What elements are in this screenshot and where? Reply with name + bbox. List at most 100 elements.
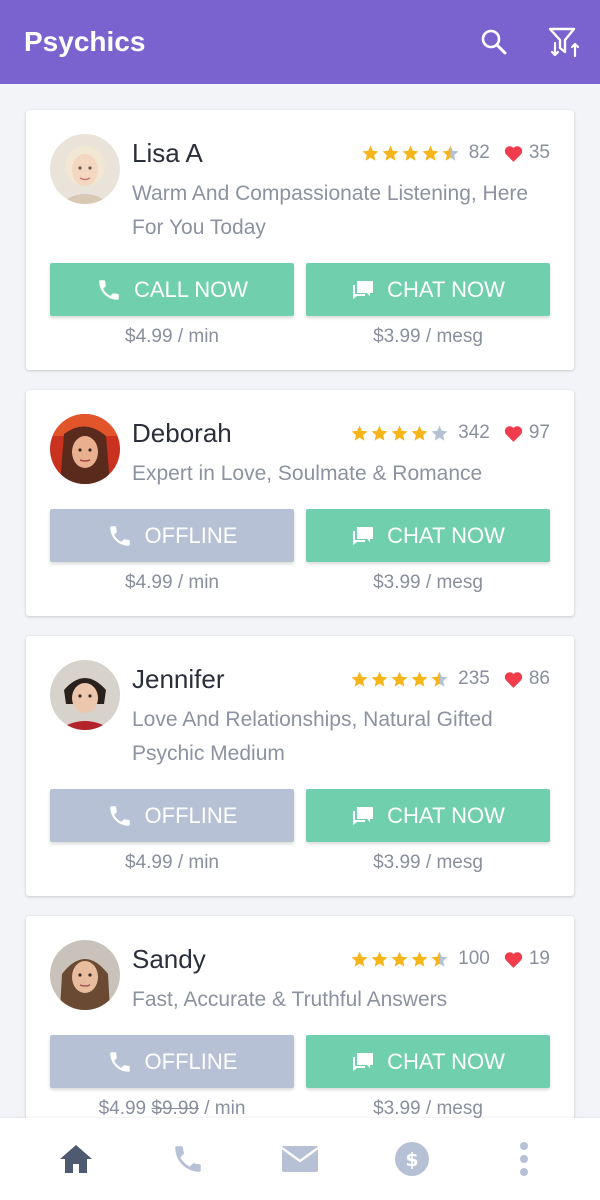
call-price-current: $4.99 (98, 1098, 147, 1118)
chat-price: $3.99 / mesg (373, 572, 483, 593)
review-count: 235 (458, 668, 490, 689)
nav-billing[interactable]: $ (382, 1129, 442, 1189)
psychic-name[interactable]: Deborah (132, 418, 232, 449)
call-price-unit: / min (204, 1098, 246, 1118)
rating-meta: 342 97 (350, 422, 550, 444)
star-icon (431, 671, 448, 687)
star-icon (391, 671, 408, 687)
app-bar-actions (476, 0, 600, 84)
like-count: 19 (528, 948, 550, 969)
star-icon (371, 951, 388, 967)
chat-icon (353, 280, 374, 299)
chat-button-label: CHAT NOW (387, 522, 505, 548)
psychic-card[interactable]: Deborah 342 97 Expert in Love, Soulmate … (26, 390, 574, 616)
chat-icon (353, 526, 374, 545)
call-button-label: OFFLINE (144, 802, 238, 828)
star-icon (371, 671, 388, 687)
rating-meta: 82 35 (361, 142, 550, 164)
star-icon (351, 425, 368, 441)
rating-meta: 100 19 (350, 948, 550, 970)
nav-more[interactable] (494, 1129, 554, 1189)
mail-icon (281, 1146, 319, 1172)
star-icon (351, 671, 368, 687)
call-price: $4.99 $9.99 / min (99, 1098, 246, 1118)
heart-icon (504, 671, 523, 688)
review-count: 342 (458, 422, 490, 443)
chat-button-label: CHAT NOW (387, 802, 505, 828)
offline-call-button[interactable]: OFFLINE (50, 789, 294, 842)
rating-meta: 235 86 (350, 668, 550, 690)
call-price-original: $9.99 (151, 1098, 199, 1118)
star-icon (351, 951, 368, 967)
phone-icon (175, 1146, 201, 1172)
avatar[interactable] (50, 660, 120, 730)
nav-home[interactable] (46, 1129, 106, 1189)
star-rating (361, 144, 461, 163)
action-row: CALL NOW $4.99 / min CHAT NOW $3.99 / me… (50, 263, 550, 348)
call-price: $4.99 / min (125, 326, 219, 347)
psychic-description: Love And Relationships, Natural Gifted P… (132, 708, 493, 765)
review-count: 100 (458, 948, 490, 969)
psychic-card[interactable]: Sandy 100 19 Fast, Accurate & Truthful A… (26, 916, 574, 1118)
call-button-label: OFFLINE (144, 1048, 238, 1074)
heart-icon (504, 145, 523, 162)
star-icon (391, 951, 408, 967)
psychic-card[interactable]: Lisa A 82 35 Warm And Compassionate List… (26, 110, 574, 370)
chat-icon (353, 806, 374, 825)
chat-price: $3.99 / mesg (373, 1098, 483, 1118)
call-now-button[interactable]: CALL NOW (50, 263, 294, 316)
heart-icon (504, 951, 523, 968)
action-row: OFFLINE $4.99 $9.99 / min CHAT NOW $3.99… (50, 1035, 550, 1118)
psychic-name[interactable]: Sandy (132, 944, 206, 975)
psychic-list[interactable]: Lisa A 82 35 Warm And Compassionate List… (0, 84, 600, 1118)
chat-icon (353, 1052, 374, 1071)
more-icon (520, 1142, 528, 1176)
dollar-icon: $ (395, 1142, 429, 1176)
chat-now-button[interactable]: CHAT NOW (306, 1035, 550, 1088)
like-count: 35 (528, 142, 550, 163)
review-count: 82 (468, 142, 490, 163)
star-rating (350, 424, 450, 443)
nav-calls[interactable] (158, 1129, 218, 1189)
avatar[interactable] (50, 414, 120, 484)
like-count: 86 (528, 668, 550, 689)
svg-text:$: $ (405, 1149, 418, 1171)
chat-now-button[interactable]: CHAT NOW (306, 263, 550, 316)
action-row: OFFLINE $4.99 / min CHAT NOW $3.99 / mes… (50, 789, 550, 874)
avatar[interactable] (50, 134, 120, 204)
app-bar: Psychics (0, 0, 600, 84)
chat-price: $3.99 / mesg (373, 326, 483, 347)
star-icon (411, 951, 428, 967)
psychic-description: Warm And Compassionate Listening, Here F… (132, 182, 529, 239)
psychic-card[interactable]: Jennifer 235 86 Love And Relationships, … (26, 636, 574, 896)
offline-call-button[interactable]: OFFLINE (50, 509, 294, 562)
bottom-navigation: $ (0, 1118, 600, 1200)
psychic-name[interactable]: Jennifer (132, 664, 225, 695)
heart-icon (504, 425, 523, 442)
phone-icon (109, 525, 130, 546)
star-icon (391, 425, 408, 441)
search-button[interactable] (476, 24, 512, 60)
call-button-label: CALL NOW (133, 276, 249, 302)
call-price: $4.99 / min (125, 852, 219, 873)
call-price: $4.99 / min (125, 572, 219, 593)
star-icon (431, 425, 448, 441)
action-row: OFFLINE $4.99 / min CHAT NOW $3.99 / mes… (50, 509, 550, 594)
nav-messages[interactable] (270, 1129, 330, 1189)
filter-sort-button[interactable] (546, 24, 582, 60)
star-icon (411, 425, 428, 441)
chat-price: $3.99 / mesg (373, 852, 483, 873)
phone-icon (99, 279, 119, 300)
star-icon (371, 425, 388, 441)
avatar[interactable] (50, 940, 120, 1010)
phone-icon (109, 805, 130, 826)
offline-call-button[interactable]: OFFLINE (50, 1035, 294, 1088)
star-rating (350, 670, 450, 689)
chat-button-label: CHAT NOW (387, 1048, 505, 1074)
psychic-name[interactable]: Lisa A (132, 138, 203, 169)
chat-now-button[interactable]: CHAT NOW (306, 789, 550, 842)
star-icon (362, 145, 379, 161)
star-icon (402, 145, 419, 161)
star-icon (442, 145, 459, 161)
chat-now-button[interactable]: CHAT NOW (306, 509, 550, 562)
